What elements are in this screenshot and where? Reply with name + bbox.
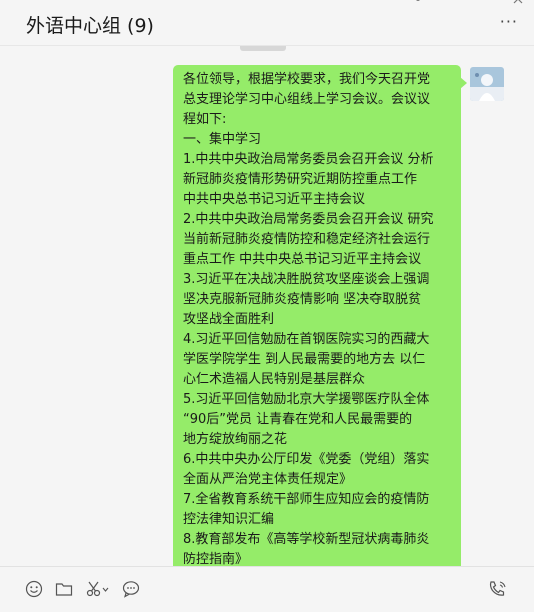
message-line: “90后”党员 让青春在党和人民最需要的 (183, 412, 413, 427)
message-line: 攻坚战全面胜利 (183, 312, 275, 327)
message-line: 一、集中学习 (183, 132, 262, 147)
message-line: 4.习近平回信勉励在首钢医院实习的西藏大 (183, 332, 430, 347)
message-line: 8.教育部发布《高等学校新型冠状病毒肺炎 (183, 532, 430, 547)
message-line: 各位领导，根据学校要求，我们今天召开党 (183, 72, 431, 87)
message-line: 3.习近平在决战决胜脱贫攻坚座谈会上强调 (183, 272, 430, 287)
message-line: 新冠肺炎疫情形势研究近期防控重点工作 (183, 172, 418, 187)
emoji-icon[interactable] (25, 580, 43, 602)
message-line: 防控指南》 (183, 552, 249, 566)
more-options-icon[interactable]: ··· (500, 12, 518, 31)
avatar[interactable] (470, 67, 504, 101)
pin-icon[interactable] (413, 0, 423, 8)
message-line: 坚决克服新冠肺炎疫情影响 坚决夺取脱贫 (183, 292, 422, 307)
message-line: 1.中共中央政治局常务委员会召开会议 分析 (183, 152, 434, 167)
message-line: 6.中共中央办公厅印发《党委（党组）落实 (183, 452, 430, 467)
close-icon[interactable] (513, 0, 523, 8)
chat-title: 外语中心组 (9) (26, 15, 154, 37)
message-line: 地方绽放绚丽之花 (183, 432, 288, 447)
message-list[interactable]: 各位领导，根据学校要求，我们今天召开党 总支理论学习中心组线上学习会议。会议议 … (0, 46, 534, 566)
message-line: 5.习近平回信勉励北京大学援鄂医疗队全体 (183, 392, 430, 407)
message-line: 学医学院学生 到人民最需要的地方去 以仁 (183, 352, 426, 367)
scrollbar[interactable] (240, 46, 286, 51)
chat-header: 外语中心组 (9) ··· (0, 0, 534, 46)
message-line: 2.中共中央政治局常务委员会召开会议 研究 (183, 212, 434, 227)
message-line: 程如下: (183, 112, 227, 127)
message-line: 7.全省教育系统干部师生应知应会的疫情防 (183, 492, 430, 507)
scissors-icon[interactable] (86, 580, 110, 602)
folder-icon[interactable] (55, 580, 73, 602)
message-line: 当前新冠肺炎疫情防控和稳定经济社会运行 (183, 232, 431, 247)
message-bubble[interactable]: 各位领导，根据学校要求，我们今天召开党 总支理论学习中心组线上学习会议。会议议 … (173, 65, 467, 566)
message-line: 总支理论学习中心组线上学习会议。会议议 (183, 92, 431, 107)
message-line: 控法律知识汇编 (183, 512, 275, 527)
message-line: 心仁术造福人民特别是基层群众 (183, 372, 366, 387)
message-line: 全面从严治党主体责任规定》 (183, 472, 353, 487)
message-line: 重点工作 中共中央总书记习近平主持会议 (183, 252, 422, 267)
voice-call-icon[interactable] (488, 580, 508, 602)
input-toolbar (0, 566, 534, 612)
message-line: 中共中央总书记习近平主持会议 (183, 192, 366, 207)
chat-bubble-icon[interactable] (122, 580, 140, 602)
